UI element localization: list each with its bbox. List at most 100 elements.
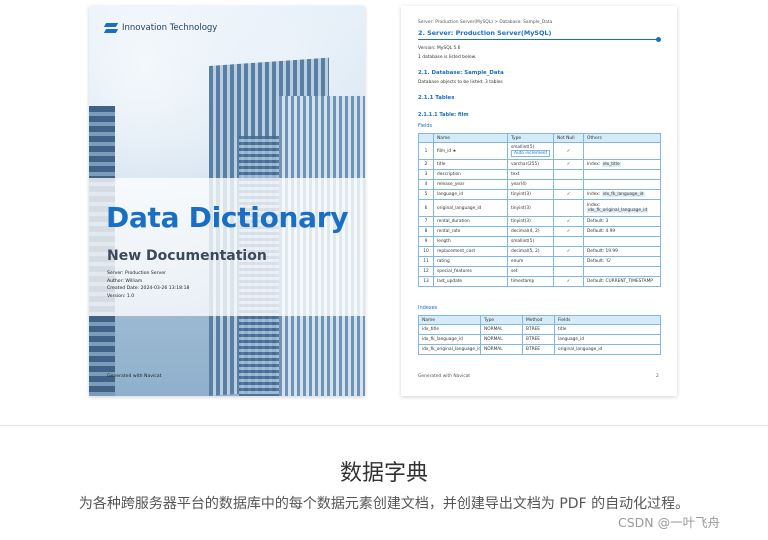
field-name: special_features	[433, 266, 508, 277]
field-type-value: tinyint(3)	[511, 205, 531, 211]
indexes-col-name: Name	[418, 315, 481, 325]
index-name: idx_fk_language_id	[418, 334, 481, 345]
index-fields: title	[554, 324, 661, 335]
field-type: smallint(5) Auto increment	[507, 142, 554, 160]
field-type: smallint(5)	[507, 236, 554, 247]
field-type: year(4)	[507, 179, 554, 190]
cover-subtitle: New Documentation	[107, 248, 267, 264]
table-row: 3 description text	[418, 169, 661, 180]
field-name: release_year	[433, 179, 508, 190]
heading-rule	[418, 39, 659, 40]
index-type: NORMAL	[480, 324, 523, 335]
watermark: CSDN @一叶飞舟	[618, 515, 721, 530]
field-not-null: ✓	[553, 216, 584, 227]
database-heading: 2.1. Database: Sample_Data	[418, 70, 504, 76]
field-number: 8	[418, 226, 434, 237]
section-title: 数据字典	[339, 461, 428, 486]
field-type-value: smallint(5)	[511, 239, 535, 244]
field-number: 2	[418, 159, 434, 170]
section-divider	[0, 425, 768, 426]
field-type: text	[507, 169, 554, 180]
field-number: 1	[418, 142, 434, 160]
field-others: Default: CURRENT_TIMESTAMP	[583, 276, 661, 287]
field-type-value: timestamp	[511, 279, 535, 284]
field-name: original_language_id	[433, 199, 508, 217]
brand-mark-icon	[103, 22, 119, 34]
field-not-null: ✓	[553, 159, 584, 170]
brand-name: Innovation Technology	[122, 23, 218, 33]
field-number: 6	[418, 199, 434, 217]
table-row: 7 rental_duration tinyint(3) ✓ Default: 3	[418, 216, 661, 227]
index-name: idx_fk_original_language_id	[418, 344, 481, 355]
field-type-value: text	[511, 172, 520, 177]
field-type: tinyint(3)	[507, 199, 554, 217]
indexes-col-method: Method	[522, 315, 555, 325]
stage: Innovation Technology Data Dictionary Ne…	[0, 0, 768, 540]
field-type: decimal(5, 2)	[507, 246, 554, 257]
auto-increment-tag: Auto increment	[511, 150, 551, 157]
field-others-label: Default: 'G'	[587, 259, 612, 264]
field-name: film_id ★	[433, 142, 508, 160]
field-number: 12	[418, 266, 434, 277]
field-others: Default: 19.99	[583, 246, 661, 257]
field-type-value: varchar(255)	[511, 162, 539, 167]
cover-meta: Server: Production Server Author: Willia…	[107, 270, 189, 300]
field-name: last_update	[433, 276, 508, 287]
index-fields: language_id	[554, 334, 661, 345]
field-not-null	[553, 179, 584, 190]
table-row: 12 special_features set	[418, 266, 661, 277]
field-others-label: Default: 3	[587, 219, 609, 224]
field-type: tinyint(3)	[507, 216, 554, 227]
field-number: 13	[418, 276, 434, 287]
field-type-value: enum	[511, 259, 524, 264]
table-row: idx_fk_original_language_id NORMAL BTREE or…	[418, 344, 661, 355]
fields-col-others: Others	[583, 133, 661, 143]
table-row: 4 release_year year(4)	[418, 179, 661, 190]
field-others: Index: idx_fk_original_language_id	[583, 199, 661, 217]
document-footer: Generated with Navicat	[418, 374, 471, 379]
fields-col-notnull: Not Null	[553, 133, 584, 143]
field-type-value: decimal(4, 2)	[511, 229, 540, 234]
cover-server: Server: Production Server	[107, 271, 166, 276]
table-row: idx_fk_language_id NORMAL BTREE language_id	[418, 334, 661, 345]
table-row: 13 last_update timestamp ✓ Default: CURRENT_…	[418, 276, 661, 287]
brand-logo: Innovation Technology	[103, 22, 218, 34]
field-number: 7	[418, 216, 434, 227]
field-others: Index: idx_title	[583, 159, 661, 170]
field-not-null	[553, 256, 584, 267]
field-not-null	[553, 169, 584, 180]
field-name: language_id	[433, 189, 508, 200]
field-not-null	[553, 266, 584, 277]
field-type-value: tinyint(3)	[511, 219, 531, 224]
indexes-label: Indexes	[418, 305, 438, 311]
database-objects: Database objects to be listed: 3 tables	[418, 80, 503, 85]
table-row: idx_title NORMAL BTREE title	[418, 324, 661, 335]
field-others-label: Index:	[587, 192, 602, 197]
indexes-col-type: Type	[480, 315, 523, 325]
index-type: NORMAL	[480, 344, 523, 355]
field-not-null: ✓	[553, 246, 584, 257]
field-not-null	[553, 236, 584, 247]
heading-rule-dot	[656, 37, 661, 42]
cover-version: Version: 1.0	[107, 293, 135, 299]
field-name: rating	[433, 256, 508, 267]
index-type: NORMAL	[480, 334, 523, 345]
breadcrumb: Server: Production Server(MySQL) > Datab…	[418, 20, 553, 25]
field-others	[583, 169, 661, 180]
table-row: 8 rental_rate decimal(4, 2) ✓ Default: 4.99	[418, 226, 661, 237]
field-number: 4	[418, 179, 434, 190]
index-method: BTREE	[522, 334, 555, 345]
field-others: Default: 'G'	[583, 256, 661, 267]
field-type: tinyint(3)	[507, 189, 554, 200]
field-others	[583, 236, 661, 247]
field-others	[583, 266, 661, 277]
cover-author: Author: William	[107, 278, 143, 284]
server-version: Version: MySQL 5.6	[418, 46, 461, 51]
tables-heading: 2.1.1 Tables	[418, 95, 455, 101]
table-row: 2 title varchar(255) ✓ Index: idx_title	[418, 159, 661, 170]
indexes-col-fields: Fields	[554, 315, 661, 325]
fields-label: Fields	[418, 123, 433, 129]
field-name: rental_rate	[433, 226, 508, 237]
index-name-highlight: idx_fk_language_id	[601, 192, 645, 197]
table-row: 1 film_id ★ smallint(5) Auto increment ✓	[418, 142, 661, 160]
